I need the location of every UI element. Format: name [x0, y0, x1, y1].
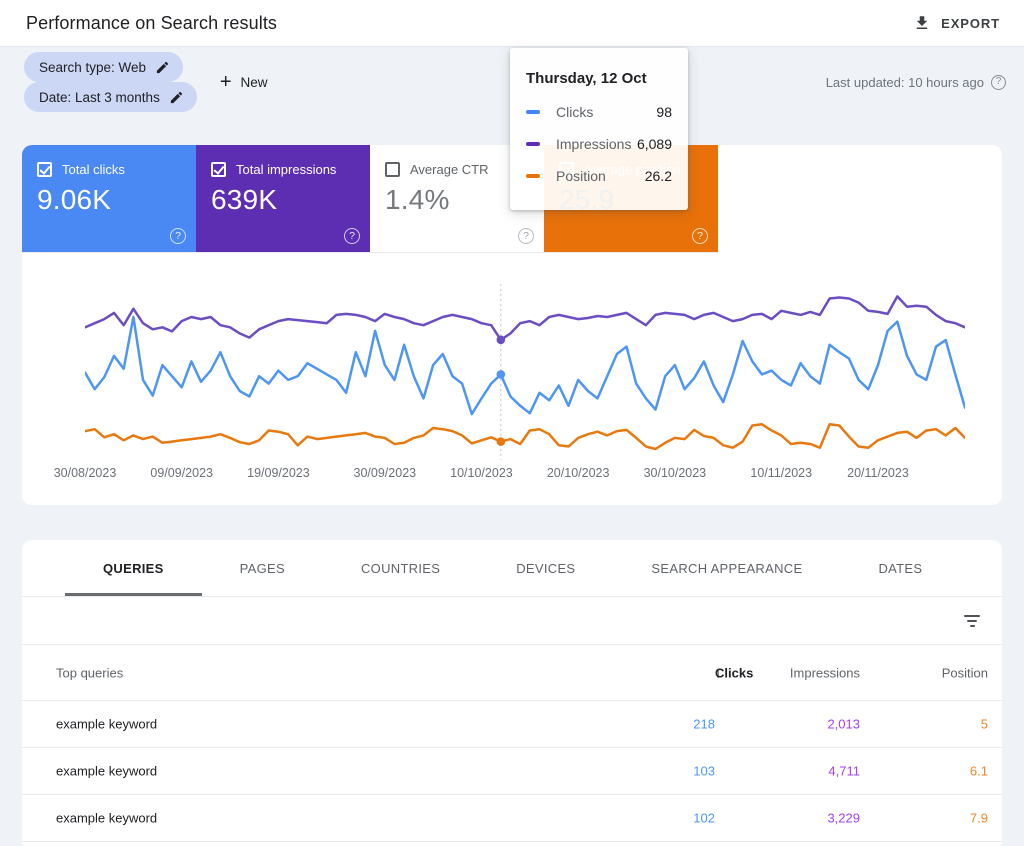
x-axis-label: 19/09/2023	[247, 466, 310, 480]
tab-dates[interactable]: DATES	[840, 540, 960, 596]
hover-dot-impressions	[497, 336, 506, 345]
dimension-tabs: QUERIESPAGESCOUNTRIESDEVICESSEARCH APPEA…	[22, 540, 1002, 597]
help-icon[interactable]: ?	[344, 228, 360, 244]
tooltip-rows: Clicks 98 Impressions 6,089 Position 26.…	[526, 104, 672, 184]
x-axis-label: 20/10/2023	[547, 466, 610, 480]
impressions-cell: 4,711	[828, 764, 860, 779]
filter-chips: Search type: WebDate: Last 3 months	[24, 52, 206, 112]
metric-value: 639K	[211, 184, 370, 216]
download-icon	[913, 14, 931, 32]
x-axis-labels: 30/08/202309/09/202319/09/202330/09/2023…	[85, 466, 965, 486]
performance-chart[interactable]: 30/08/202309/09/202319/09/202330/09/2023…	[85, 280, 965, 495]
checkbox-icon[interactable]	[211, 162, 226, 177]
position-cell: 7.9	[970, 811, 988, 826]
hover-dot-clicks	[497, 370, 506, 379]
new-filter-button[interactable]: + New	[220, 72, 268, 92]
chart-tooltip: Thursday, 12 Oct Clicks 98 Impressions 6…	[510, 48, 688, 210]
checkbox-icon[interactable]	[37, 162, 52, 177]
table-card: QUERIESPAGESCOUNTRIESDEVICESSEARCH APPEA…	[22, 540, 1002, 846]
metric-label: Total clicks	[62, 162, 125, 177]
hover-dot-position	[497, 437, 506, 446]
series-dash-icon	[526, 142, 540, 146]
table-row[interactable]: example keyword 218 2,013 5	[22, 701, 1002, 748]
chart-canvas	[85, 280, 965, 470]
export-label: EXPORT	[941, 16, 1000, 31]
tooltip-row: Clicks 98	[526, 104, 672, 120]
clicks-cell: 102	[693, 811, 715, 826]
x-axis-label: 30/08/2023	[54, 466, 117, 480]
clicks-cell: 218	[693, 717, 715, 732]
export-button[interactable]: EXPORT	[913, 14, 1000, 32]
plus-icon: +	[220, 72, 232, 92]
table-row[interactable]: example keyword 103 4,711 6.1	[22, 748, 1002, 795]
checkbox-icon[interactable]	[385, 162, 400, 177]
tooltip-row: Impressions 6,089	[526, 136, 672, 152]
clicks-cell: 103	[693, 764, 715, 779]
tooltip-row: Position 26.2	[526, 168, 672, 184]
query-cell: example keyword	[56, 764, 157, 779]
help-icon[interactable]: ?	[518, 228, 534, 244]
pencil-icon	[169, 90, 184, 105]
tab-countries[interactable]: COUNTRIES	[323, 540, 478, 596]
series-line-position	[85, 424, 965, 449]
metric-value: 9.06K	[37, 184, 196, 216]
metric-label: Total impressions	[236, 162, 336, 177]
series-line-impressions	[85, 296, 965, 339]
table-filter-row	[22, 598, 1002, 645]
tab-queries[interactable]: QUERIES	[65, 540, 202, 596]
new-filter-label: New	[241, 75, 268, 90]
series-line-clicks	[85, 317, 965, 414]
x-axis-label: 30/10/2023	[644, 466, 707, 480]
column-top-queries: Top queries	[56, 665, 123, 680]
page-title: Performance on Search results	[26, 13, 277, 34]
position-cell: 5	[981, 717, 988, 732]
help-icon[interactable]: ?	[170, 228, 186, 244]
tab-search-appearance[interactable]: SEARCH APPEARANCE	[613, 540, 840, 596]
search-console-performance-page: Performance on Search results EXPORT Sea…	[0, 0, 1024, 846]
impressions-cell: 3,229	[827, 811, 860, 826]
help-icon[interactable]: ?	[991, 75, 1006, 90]
x-axis-label: 30/09/2023	[354, 466, 417, 480]
metric-card-total-clicks[interactable]: Total clicks 9.06K ?	[22, 145, 196, 252]
tooltip-date: Thursday, 12 Oct	[526, 70, 672, 87]
table-rows: example keyword 218 2,013 5 example keyw…	[22, 701, 1002, 842]
last-updated-text: Last updated: 10 hours ago	[826, 75, 984, 90]
filter-chip[interactable]: Date: Last 3 months	[24, 82, 197, 112]
pencil-icon	[155, 60, 170, 75]
column-position[interactable]: Position	[942, 665, 988, 680]
impressions-cell: 2,013	[827, 717, 860, 732]
help-icon[interactable]: ?	[692, 228, 708, 244]
query-cell: example keyword	[56, 811, 157, 826]
x-axis-label: 10/10/2023	[450, 466, 513, 480]
x-axis-label: 20/11/2023	[847, 466, 909, 480]
series-dash-icon	[526, 174, 540, 178]
filter-list-icon[interactable]	[962, 612, 982, 630]
app-header: Performance on Search results EXPORT	[0, 0, 1024, 47]
x-axis-label: 09/09/2023	[150, 466, 213, 480]
query-cell: example keyword	[56, 717, 157, 732]
metric-label: Average CTR	[410, 162, 489, 177]
filter-chip[interactable]: Search type: Web	[24, 52, 183, 82]
table-header: Top queries ↓Clicks Impressions Position	[22, 645, 1002, 701]
series-dash-icon	[526, 110, 540, 114]
tab-pages[interactable]: PAGES	[202, 540, 323, 596]
tab-devices[interactable]: DEVICES	[478, 540, 613, 596]
column-impressions[interactable]: Impressions	[790, 665, 860, 680]
tiles-divider	[22, 252, 718, 253]
x-axis-label: 10/11/2023	[750, 466, 812, 480]
table-row[interactable]: example keyword 102 3,229 7.9	[22, 795, 1002, 842]
last-updated: Last updated: 10 hours ago ?	[826, 75, 1006, 90]
position-cell: 6.1	[970, 764, 988, 779]
metric-card-total-impressions[interactable]: Total impressions 639K ?	[196, 145, 370, 252]
